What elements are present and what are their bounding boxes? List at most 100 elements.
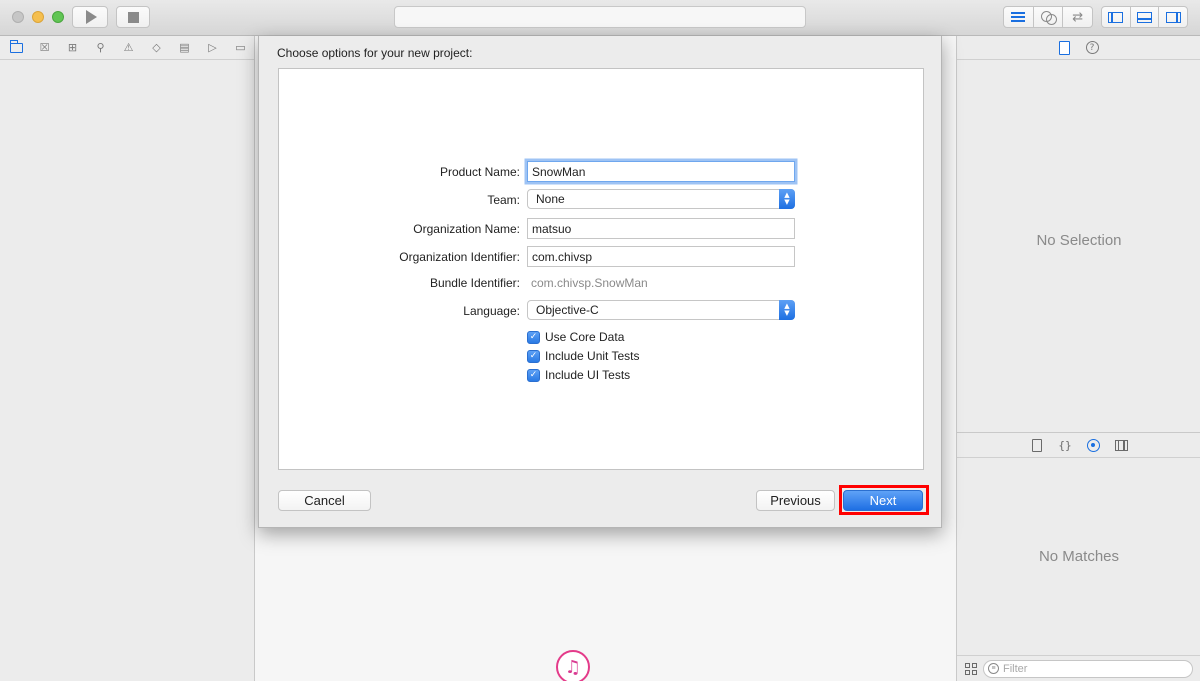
language-label: Language: bbox=[463, 304, 520, 318]
sheet-title: Choose options for your new project: bbox=[277, 46, 473, 60]
organization-identifier-row: Organization Identifier: bbox=[279, 246, 925, 268]
activity-viewer bbox=[394, 6, 806, 28]
navigator-panel: ☒ ⊞ ⚲ ⚠ ◇ ▤ ▷ ▭ bbox=[0, 36, 255, 681]
version-editor-button[interactable]: ⇄ bbox=[1063, 7, 1092, 27]
code-snippet-icon: {} bbox=[1058, 438, 1072, 452]
organization-name-field[interactable] bbox=[527, 218, 795, 239]
debug-navigator-icon: ▤ bbox=[179, 41, 190, 54]
find-navigator-tab[interactable]: ⚲ bbox=[90, 40, 111, 56]
grid-view-icon[interactable] bbox=[965, 662, 977, 675]
find-navigator-icon: ⚲ bbox=[96, 41, 105, 54]
organization-identifier-field[interactable] bbox=[527, 246, 795, 267]
include-ui-tests-checkbox[interactable]: ✓ Include UI Tests bbox=[527, 367, 630, 383]
run-button[interactable] bbox=[72, 6, 108, 28]
stop-icon bbox=[127, 11, 139, 23]
file-template-icon bbox=[1032, 438, 1042, 452]
options-panel: Product Name: Team: None ▲▼ Organization… bbox=[278, 68, 924, 470]
product-name-label: Product Name: bbox=[439, 165, 520, 179]
test-navigator-tab[interactable]: ◇ bbox=[146, 40, 167, 56]
editor-mode-segmented-control: ⇄ bbox=[1003, 6, 1093, 28]
checkmark-icon: ✓ bbox=[527, 330, 540, 344]
report-navigator-tab[interactable]: ▭ bbox=[230, 40, 251, 56]
library-filter-field[interactable]: ≡ bbox=[983, 659, 1193, 678]
include-ui-tests-label: Include UI Tests bbox=[545, 368, 631, 382]
breakpoint-navigator-icon: ▷ bbox=[208, 41, 217, 54]
team-row: Team: None ▲ ▼ bbox=[279, 189, 925, 211]
object-library-tab[interactable] bbox=[1086, 438, 1100, 452]
library-selector-bar: {} bbox=[957, 432, 1200, 458]
debug-area-toggle-button[interactable] bbox=[1131, 7, 1160, 27]
standard-editor-icon bbox=[1011, 12, 1026, 22]
language-popup[interactable]: Objective-C ▲ ▼ bbox=[527, 300, 795, 320]
assistant-editor-button[interactable] bbox=[1034, 7, 1064, 27]
organization-name-row: Organization Name: bbox=[279, 218, 925, 240]
bundle-identifier-value: com.chivsp.SnowMan bbox=[531, 276, 648, 290]
utilities-toggle-icon bbox=[1165, 11, 1181, 23]
checkmark-icon: ✓ bbox=[527, 368, 540, 382]
previous-button[interactable]: Previous bbox=[756, 490, 835, 511]
next-button[interactable]: Next bbox=[843, 490, 923, 511]
language-row: Language: Objective-C ▲ ▼ bbox=[279, 300, 925, 322]
new-project-options-sheet: Choose options for your new project: Pro… bbox=[258, 36, 942, 528]
window-toolbar: ⇄ bbox=[0, 0, 1200, 36]
stop-button[interactable] bbox=[116, 6, 150, 28]
product-name-field[interactable] bbox=[527, 161, 795, 182]
file-template-library-tab[interactable] bbox=[1030, 438, 1044, 452]
utilities-toggle-button[interactable] bbox=[1159, 7, 1187, 27]
filter-icon: ≡ bbox=[988, 663, 999, 674]
symbol-navigator-icon: ☒ bbox=[39, 41, 50, 54]
include-unit-tests-checkbox[interactable]: ✓ Include Unit Tests bbox=[527, 348, 640, 364]
itunes-dock-icon[interactable]: ♫ bbox=[556, 650, 590, 681]
debug-navigator-tab[interactable]: ▤ bbox=[174, 40, 195, 56]
issue-navigator-tab[interactable]: ⚠ bbox=[118, 40, 139, 56]
organization-identifier-label: Organization Identifier: bbox=[399, 250, 520, 264]
utilities-panel: ? No Selection {} No Matches ≡ bbox=[956, 36, 1200, 681]
hierarchy-navigator-icon: ⊞ bbox=[67, 41, 78, 54]
assistant-editor-icon bbox=[1041, 11, 1057, 25]
issue-navigator-icon: ⚠ bbox=[123, 41, 134, 54]
media-library-tab[interactable] bbox=[1114, 438, 1128, 452]
version-editor-icon: ⇄ bbox=[1072, 9, 1084, 25]
object-library-icon bbox=[1086, 438, 1100, 452]
popup-arrows-icon: ▲ ▼ bbox=[779, 300, 795, 320]
library-filter-bar: ≡ bbox=[957, 655, 1200, 681]
symbol-navigator-tab[interactable]: ☒ bbox=[34, 40, 55, 56]
inspector-selector-bar: ? bbox=[957, 36, 1200, 60]
popup-arrows-icon: ▲ ▼ bbox=[779, 189, 795, 209]
project-navigator-icon bbox=[9, 39, 23, 53]
hierarchy-navigator-tab[interactable]: ⊞ bbox=[62, 40, 83, 56]
zoom-window-button[interactable] bbox=[52, 11, 64, 23]
use-core-data-label: Use Core Data bbox=[545, 330, 625, 344]
use-core-data-checkbox[interactable]: ✓ Use Core Data bbox=[527, 329, 624, 345]
test-navigator-icon: ◇ bbox=[152, 41, 161, 54]
navigator-selector-bar: ☒ ⊞ ⚲ ⚠ ◇ ▤ ▷ ▭ bbox=[0, 36, 254, 60]
project-navigator-tab[interactable] bbox=[6, 39, 27, 56]
report-navigator-icon: ▭ bbox=[235, 41, 246, 54]
team-label: Team: bbox=[487, 193, 520, 207]
organization-name-label: Organization Name: bbox=[413, 222, 520, 236]
product-name-row: Product Name: bbox=[279, 161, 925, 183]
include-unit-tests-label: Include Unit Tests bbox=[545, 349, 640, 363]
standard-editor-button[interactable] bbox=[1004, 7, 1034, 27]
bundle-identifier-row: Bundle Identifier: com.chivsp.SnowMan bbox=[279, 272, 925, 294]
cancel-button[interactable]: Cancel bbox=[278, 490, 371, 511]
file-inspector-icon[interactable] bbox=[1058, 40, 1070, 55]
bundle-identifier-label: Bundle Identifier: bbox=[429, 276, 520, 290]
language-value: Objective-C bbox=[536, 303, 599, 317]
close-window-button[interactable] bbox=[12, 11, 24, 23]
media-library-icon bbox=[1114, 439, 1128, 451]
navigator-toggle-icon bbox=[1108, 11, 1124, 23]
navigator-toggle-button[interactable] bbox=[1102, 7, 1131, 27]
team-popup[interactable]: None ▲ ▼ bbox=[527, 189, 795, 209]
quick-help-icon[interactable]: ? bbox=[1085, 41, 1099, 54]
code-snippet-library-tab[interactable]: {} bbox=[1058, 438, 1072, 452]
breakpoint-navigator-tab[interactable]: ▷ bbox=[202, 40, 223, 56]
debug-area-toggle-icon bbox=[1137, 11, 1152, 23]
team-value: None bbox=[536, 192, 565, 206]
filter-input[interactable] bbox=[1003, 662, 1183, 675]
view-toggle-segmented-control bbox=[1101, 6, 1188, 28]
no-matches-label: No Matches bbox=[1038, 548, 1120, 565]
play-icon bbox=[86, 10, 97, 24]
minimize-window-button[interactable] bbox=[32, 11, 44, 23]
checkmark-icon: ✓ bbox=[527, 349, 540, 363]
